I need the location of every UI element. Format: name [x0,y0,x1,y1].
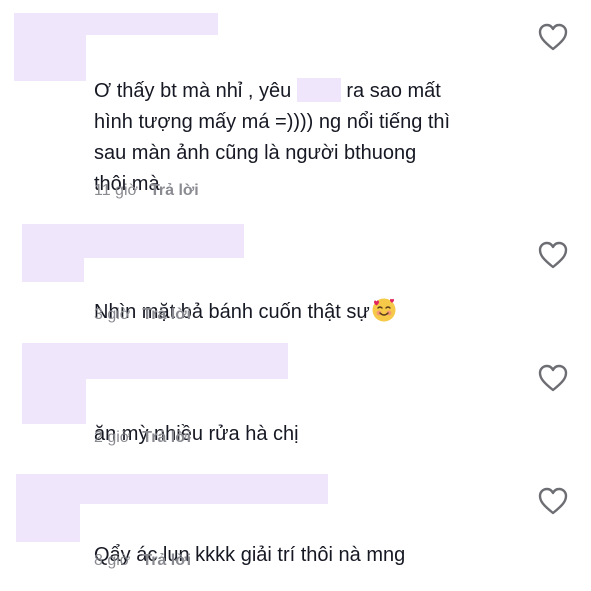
redacted-username [16,474,328,504]
heart-outline-icon [538,23,568,51]
comment-meta: 2 giờ Trả lời [94,428,191,448]
reply-button[interactable]: Trả lời [150,182,199,199]
heart-outline-icon [538,364,568,392]
smiling-face-with-hearts-icon [372,298,396,322]
comment-item: Ơ thấy bt mà nhỉ , yêu ra sao mất hình t… [0,0,591,210]
redacted-username [22,224,244,258]
comment-time: 2 giờ [94,429,131,446]
comment-meta: 11 giờ Trả lời [94,181,199,201]
redacted-name [296,78,341,102]
comment-item: Nhìn mặt bả bánh cuốn thật sự 3 giờ Trả l… [0,210,591,338]
comment-meta: 3 giờ Trả lời [94,305,191,325]
comment-time: 11 giờ [94,182,138,199]
redacted-username [14,13,218,35]
comment-time: 3 giờ [94,306,131,323]
redacted-username [22,343,288,379]
like-button[interactable] [537,22,569,52]
comment-time: 8 giờ [94,552,131,569]
like-button[interactable] [537,486,569,516]
comment-meta: 8 giờ Trả lời [94,551,191,571]
heart-outline-icon [538,241,568,269]
comment-item: Qẩy ác lun kkkk giải trí thôi nà mng 8 g… [0,462,591,591]
comment-text: Ơ thấy bt mà nhỉ , yêu ra sao mất hình t… [94,78,451,195]
comment-item: ăn mỳ nhiều rửa hà chị 2 giờ Trả lời [0,338,591,462]
reply-button[interactable]: Trả lời [142,306,191,323]
like-button[interactable] [537,240,569,270]
reply-button[interactable]: Trả lời [142,552,191,569]
reply-button[interactable]: Trả lời [142,429,191,446]
like-button[interactable] [537,363,569,393]
heart-outline-icon [538,487,568,515]
